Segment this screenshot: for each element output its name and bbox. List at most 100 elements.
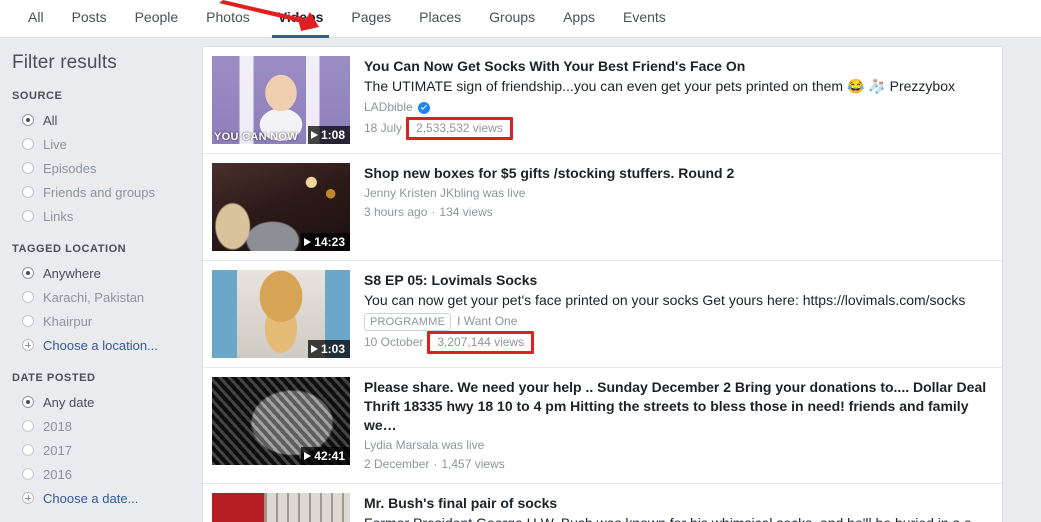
filter-option-choose-a-location[interactable]: Choose a location... [10, 333, 197, 357]
result-title[interactable]: You Can Now Get Socks With Your Best Fri… [364, 57, 992, 76]
verified-badge-icon [417, 101, 430, 114]
tab-groups[interactable]: Groups [475, 0, 549, 38]
video-duration-badge: 1:08 [307, 126, 350, 144]
tab-people[interactable]: People [121, 0, 193, 38]
filter-option-khairpur[interactable]: Khairpur [10, 309, 197, 333]
programme-badge: PROGRAMME [364, 312, 452, 331]
video-result-item[interactable]: 14:23 Shop new boxes for $5 gifts /stocki… [203, 154, 1002, 261]
duration-text: 42:41 [314, 449, 345, 463]
filter-option-label: Friends and groups [43, 184, 156, 200]
play-icon [304, 452, 312, 460]
tabs-container: All Posts People Photos Videos Pages Places Gro… [14, 0, 680, 38]
result-view-count: 134 views [439, 205, 493, 219]
result-description: Former President George H.W. Bush was kn… [364, 514, 992, 522]
filter-option-label: Choose a date... [43, 490, 139, 506]
result-author[interactable]: Lydia Marsala was live [364, 436, 484, 455]
video-thumbnail[interactable]: YOU CAN NOW 1:08 [212, 56, 350, 144]
filter-group-heading: TAGGED LOCATION [12, 243, 127, 255]
video-thumbnail[interactable]: 14:23 [212, 163, 350, 251]
filter-option-any-date[interactable]: Any date [10, 390, 197, 414]
filter-option-choose-a-date[interactable]: Choose a date... [10, 486, 197, 510]
radio-icon[interactable] [22, 468, 34, 480]
tab-videos[interactable]: Videos [264, 0, 338, 38]
result-description: The UTIMATE sign of friendship...you can… [364, 78, 955, 94]
video-result-item[interactable]: 42:41 Please share. We need your help .. … [203, 368, 1002, 484]
filter-option-label: Live [43, 136, 67, 152]
radio-icon[interactable] [22, 396, 34, 408]
filter-option-2017[interactable]: 2017 [10, 438, 197, 462]
radio-icon[interactable] [22, 162, 34, 174]
filter-group-heading: DATE POSTED [12, 372, 96, 384]
radio-icon[interactable] [22, 420, 34, 432]
filter-option-2018[interactable]: 2018 [10, 414, 197, 438]
filter-option-label: Choose a location... [43, 337, 158, 353]
filter-option-2016[interactable]: 2016 [10, 462, 197, 486]
filter-option-karachi-pakistan[interactable]: Karachi, Pakistan [10, 285, 197, 309]
video-duration-badge: 42:41 [301, 447, 350, 465]
result-author-line: PROGRAMME I Want One [364, 312, 992, 331]
tab-posts[interactable]: Posts [58, 0, 121, 38]
filter-option-live[interactable]: Live [10, 132, 197, 156]
radio-icon[interactable] [22, 138, 34, 150]
result-title[interactable]: S8 EP 05: Lovimals Socks [364, 271, 992, 290]
plus-icon[interactable] [22, 492, 34, 504]
filter-group-heading: SOURCE [12, 90, 63, 102]
tab-pages[interactable]: Pages [337, 0, 405, 38]
filter-option-episodes[interactable]: Episodes [10, 156, 197, 180]
video-results-list: YOU CAN NOW 1:08 You Can Now Get Socks Wit… [202, 46, 1003, 522]
result-author-line: Jenny Kristen JKbling was live [364, 184, 992, 203]
result-author-line: Lydia Marsala was live [364, 436, 992, 455]
result-title[interactable]: Mr. Bush's final pair of socks [364, 494, 992, 513]
tab-places[interactable]: Places [405, 0, 475, 38]
result-body: S8 EP 05: Lovimals Socks You can now get … [350, 270, 992, 358]
play-icon [310, 131, 318, 139]
page-body: Filter results SOURCE All Live Episodes Frie… [0, 38, 1041, 522]
video-result-item[interactable]: YOU CAN NOW 1:08 You Can Now Get Socks Wit… [203, 47, 1002, 154]
filter-sidebar: Filter results SOURCE All Live Episodes Frie… [0, 38, 197, 522]
programme-name[interactable]: I Want One [457, 312, 517, 331]
filter-option-label: Khairpur [43, 313, 93, 329]
result-stats-line: 3 hours ago · 134 views [364, 203, 992, 222]
result-date: 10 October [364, 335, 424, 349]
tab-events[interactable]: Events [609, 0, 680, 38]
radio-icon[interactable] [22, 291, 34, 303]
filter-option-label: All [43, 112, 58, 128]
radio-icon[interactable] [22, 267, 34, 279]
filter-option-label: 2017 [43, 442, 72, 458]
result-title[interactable]: Please share. We need your help .. Sunda… [364, 378, 992, 435]
filter-option-label: Episodes [43, 160, 97, 176]
video-result-item[interactable]: Mr. Bush's final pair of socksFormer Pre… [203, 484, 1002, 522]
thumbnail-overlay-text: YOU CAN NOW [214, 131, 298, 143]
radio-icon[interactable] [22, 210, 34, 222]
result-body: Shop new boxes for $5 gifts /stocking st… [350, 163, 992, 251]
result-view-count: 3,207,144 views [427, 331, 535, 354]
play-icon [304, 238, 312, 246]
filter-option-label: Links [43, 208, 74, 224]
filter-groups: SOURCE All Live Episodes Friends and groups L… [10, 90, 197, 510]
radio-icon[interactable] [22, 186, 34, 198]
tab-photos[interactable]: Photos [192, 0, 264, 38]
play-icon [310, 345, 318, 353]
filter-option-all[interactable]: All [10, 108, 197, 132]
filter-option-links[interactable]: Links [10, 204, 197, 228]
video-thumbnail[interactable]: 42:41 [212, 377, 350, 465]
filter-option-friends-and-groups[interactable]: Friends and groups [10, 180, 197, 204]
result-author[interactable]: Jenny Kristen JKbling was live [364, 184, 525, 203]
radio-icon[interactable] [22, 444, 34, 456]
result-author[interactable]: LADbible [364, 98, 413, 117]
separator-dot: · [433, 457, 438, 471]
filter-option-anywhere[interactable]: Anywhere [10, 261, 197, 285]
tab-all[interactable]: All [14, 0, 58, 38]
plus-icon[interactable] [22, 339, 34, 351]
search-tab-bar: All Posts People Photos Videos Pages Places Gro… [0, 0, 1041, 38]
duration-text: 14:23 [314, 235, 345, 249]
video-thumbnail[interactable]: 1:03 [212, 270, 350, 358]
separator-dot: · [431, 205, 436, 219]
video-result-item[interactable]: 1:03 S8 EP 05: Lovimals Socks You can now … [203, 261, 1002, 368]
video-thumbnail[interactable] [212, 493, 350, 522]
radio-icon[interactable] [22, 114, 34, 126]
radio-icon[interactable] [22, 315, 34, 327]
tab-apps[interactable]: Apps [549, 0, 609, 38]
result-title[interactable]: Shop new boxes for $5 gifts /stocking st… [364, 164, 992, 183]
result-body: Please share. We need your help .. Sunda… [350, 377, 992, 474]
